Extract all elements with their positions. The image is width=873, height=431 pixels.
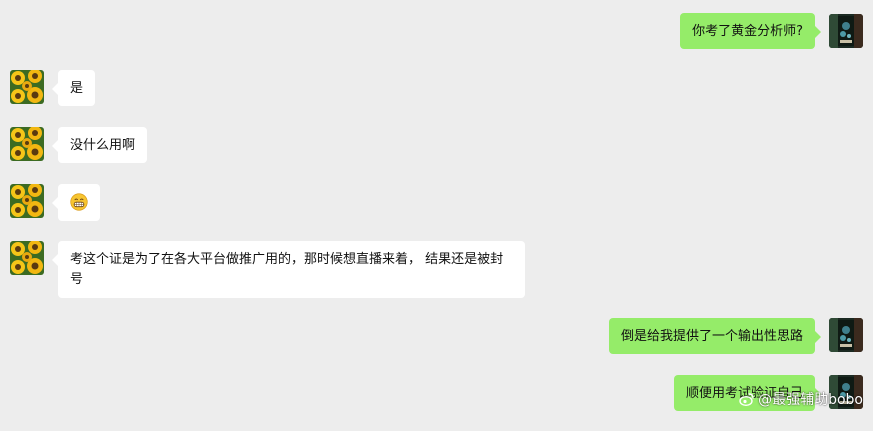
weibo-icon [739, 393, 754, 407]
contact-avatar[interactable] [10, 184, 44, 218]
sunflower-avatar-image [10, 241, 44, 275]
message-bubble-outgoing[interactable]: 倒是给我提供了一个输出性思路 [608, 318, 822, 354]
sunflower-avatar-image [10, 127, 44, 161]
contact-avatar[interactable] [10, 70, 44, 104]
message-text: 倒是给我提供了一个输出性思路 [620, 329, 803, 344]
message-bubble-incoming[interactable] [52, 184, 100, 221]
landscape-avatar-image [829, 318, 863, 352]
weibo-watermark: @最强辅助bobo [739, 389, 863, 409]
contact-avatar[interactable] [10, 127, 44, 161]
message-text: 是 [70, 81, 84, 96]
message-text: 你考了黄金分析师? [692, 24, 803, 39]
grinning-face-emoji [70, 193, 88, 211]
message-bubble-outgoing[interactable]: 你考了黄金分析师? [680, 13, 821, 49]
sunflower-avatar-image [10, 184, 44, 218]
message-text: 没什么用啊 [70, 138, 136, 153]
sunflower-avatar-image [10, 70, 44, 104]
my-avatar[interactable] [829, 14, 863, 48]
message-text: 考这个证是为了在各大平台做推广用的，那时候想直播来着， 结果还是被封号 [70, 252, 504, 287]
message-bubble-incoming[interactable]: 没什么用啊 [51, 127, 148, 163]
watermark-text: @最强辅助bobo [758, 392, 863, 408]
contact-avatar[interactable] [10, 241, 44, 275]
landscape-avatar-image [829, 14, 863, 48]
message-bubble-incoming[interactable]: 考这个证是为了在各大平台做推广用的，那时候想直播来着， 结果还是被封号 [52, 241, 525, 298]
my-avatar[interactable] [829, 318, 863, 352]
message-bubble-incoming[interactable]: 是 [51, 70, 96, 106]
